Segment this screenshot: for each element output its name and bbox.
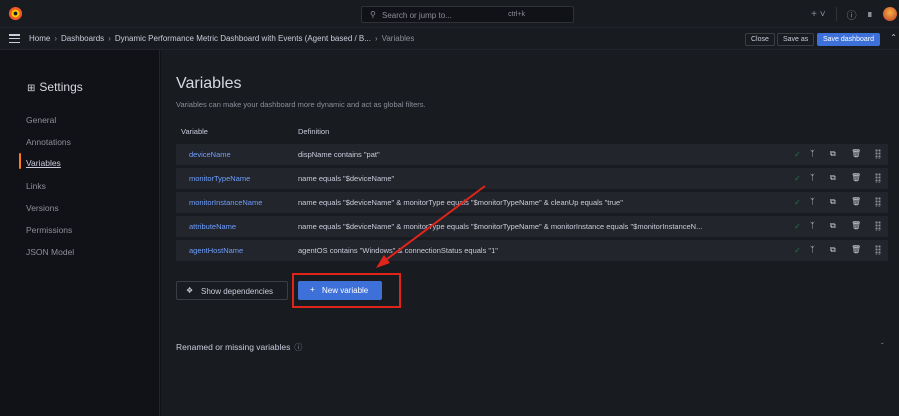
sidebar-item-links[interactable]: Links xyxy=(26,181,46,191)
table-row[interactable]: attributeName name equals "$deviceName" … xyxy=(176,216,888,237)
search-input[interactable]: ⚲ Search or jump to... ctrl+k xyxy=(361,6,574,23)
trash-icon[interactable]: 🗑 xyxy=(851,197,861,206)
settings-sidebar: ⊞ Settings General Annotations Variables … xyxy=(0,50,160,416)
variable-name-link[interactable]: deviceName xyxy=(189,150,231,159)
chevron-up-icon[interactable]: ⌃ xyxy=(890,33,897,42)
sidebar-item-permissions[interactable]: Permissions xyxy=(26,225,72,235)
search-placeholder: Search or jump to... xyxy=(382,11,452,20)
chevron-right-icon: › xyxy=(374,34,378,43)
drag-handle-icon[interactable] xyxy=(875,245,881,255)
table-header: Variable Definition xyxy=(176,124,888,140)
check-icon: ✓ xyxy=(794,246,801,255)
save-as-button[interactable]: Save as xyxy=(777,33,815,46)
chevron-right-icon: › xyxy=(54,34,58,43)
breadcrumb-home[interactable]: Home xyxy=(29,34,50,43)
divider xyxy=(835,7,837,21)
top-right-actions: + ˅ ⓘ ∎ xyxy=(811,5,899,23)
table-row[interactable]: monitorInstanceName name equals "$device… xyxy=(176,192,888,213)
column-definition: Definition xyxy=(298,127,330,136)
top-bar: ⚲ Search or jump to... ctrl+k + ˅ ⓘ ∎ xyxy=(0,0,899,28)
variables-panel: Variables Variables can make your dashbo… xyxy=(161,50,899,416)
column-variable: Variable xyxy=(181,127,208,136)
trash-icon[interactable]: 🗑 xyxy=(851,149,861,158)
variable-name-link[interactable]: attributeName xyxy=(189,222,236,231)
branch-icon[interactable]: ᛉ xyxy=(810,221,815,230)
check-icon: ✓ xyxy=(794,222,801,231)
sidebar-item-versions[interactable]: Versions xyxy=(26,203,59,213)
search-icon: ⚲ xyxy=(370,10,376,19)
trash-icon[interactable]: 🗑 xyxy=(851,221,861,230)
table-row[interactable]: agentHostName agentOS contains "Windows"… xyxy=(176,240,888,261)
highlight-box xyxy=(292,273,401,308)
show-dependencies-button[interactable]: ❖ Show dependencies xyxy=(176,281,288,300)
branch-icon[interactable]: ᛉ xyxy=(810,173,815,182)
renamed-missing-section[interactable]: Renamed or missing variables ⓘ xyxy=(176,342,302,353)
trash-icon[interactable]: 🗑 xyxy=(851,245,861,254)
grafana-logo-icon[interactable] xyxy=(8,6,23,21)
duplicate-icon[interactable]: ⧉ xyxy=(830,221,836,231)
search-shortcut: ctrl+k xyxy=(508,11,525,18)
breadcrumb-dashboard[interactable]: Dynamic Performance Metric Dashboard wit… xyxy=(115,34,371,43)
duplicate-icon[interactable]: ⧉ xyxy=(830,245,836,255)
duplicate-icon[interactable]: ⧉ xyxy=(830,149,836,159)
menu-icon[interactable] xyxy=(9,34,20,44)
branch-icon[interactable]: ᛉ xyxy=(810,245,815,254)
table-row[interactable]: monitorTypeName name equals "$deviceName… xyxy=(176,168,888,189)
check-icon: ✓ xyxy=(794,174,801,183)
breadcrumb-bar: Home › Dashboards › Dynamic Performance Metr… xyxy=(0,28,899,50)
drag-handle-icon[interactable] xyxy=(875,221,881,231)
trash-icon[interactable]: 🗑 xyxy=(851,173,861,182)
sidebar-item-annotations[interactable]: Annotations xyxy=(26,137,71,147)
drag-handle-icon[interactable] xyxy=(875,149,881,159)
page-title: Variables xyxy=(176,75,242,92)
sidebar-item-variables[interactable]: Variables xyxy=(26,158,61,168)
variable-definition: agentOS contains "Windows" & connectionS… xyxy=(298,246,498,255)
grid-icon: ⊞ xyxy=(27,83,36,94)
variable-name-link[interactable]: monitorInstanceName xyxy=(189,198,262,207)
variable-name-link[interactable]: agentHostName xyxy=(189,246,243,255)
variable-definition: name equals "$deviceName" xyxy=(298,174,395,183)
active-marker xyxy=(19,153,21,169)
branch-icon[interactable]: ᛉ xyxy=(810,149,815,158)
branch-icon[interactable]: ᛉ xyxy=(810,197,815,206)
close-button[interactable]: Close xyxy=(745,33,775,46)
check-icon: ✓ xyxy=(794,150,801,159)
avatar[interactable] xyxy=(883,7,897,21)
page-subtitle: Variables can make your dashboard more d… xyxy=(176,100,426,109)
save-dashboard-button[interactable]: Save dashboard xyxy=(817,33,880,46)
add-menu-button[interactable]: + ˅ xyxy=(811,9,825,20)
drag-handle-icon[interactable] xyxy=(875,197,881,207)
drag-handle-icon[interactable] xyxy=(875,173,881,183)
check-icon: ✓ xyxy=(794,198,801,207)
settings-title: ⊞ Settings xyxy=(27,80,83,94)
variable-name-link[interactable]: monitorTypeName xyxy=(189,174,250,183)
duplicate-icon[interactable]: ⧉ xyxy=(830,197,836,207)
graph-icon: ❖ xyxy=(186,286,194,295)
duplicate-icon[interactable]: ⧉ xyxy=(830,173,836,183)
variable-definition: name equals "$deviceName" & monitorType … xyxy=(298,198,623,207)
variable-definition: name equals "$deviceName" & monitorType … xyxy=(298,222,703,231)
chevron-down-icon[interactable]: ˇ xyxy=(881,342,884,351)
help-icon[interactable]: ⓘ xyxy=(847,7,857,22)
sidebar-item-general[interactable]: General xyxy=(26,115,56,125)
info-icon: ⓘ xyxy=(294,343,303,352)
breadcrumb-dashboards[interactable]: Dashboards xyxy=(61,34,104,43)
news-rss-icon[interactable]: ∎ xyxy=(867,9,873,20)
chevron-right-icon: › xyxy=(108,34,111,43)
breadcrumb-current: Variables xyxy=(381,34,415,43)
breadcrumb: Home › Dashboards › Dynamic Performance Metr… xyxy=(29,34,414,43)
sidebar-item-json-model[interactable]: JSON Model xyxy=(26,247,74,257)
table-row[interactable]: deviceName dispName contains "pat" ✓ ᛉ ⧉… xyxy=(176,144,888,165)
variable-definition: dispName contains "pat" xyxy=(298,150,380,159)
